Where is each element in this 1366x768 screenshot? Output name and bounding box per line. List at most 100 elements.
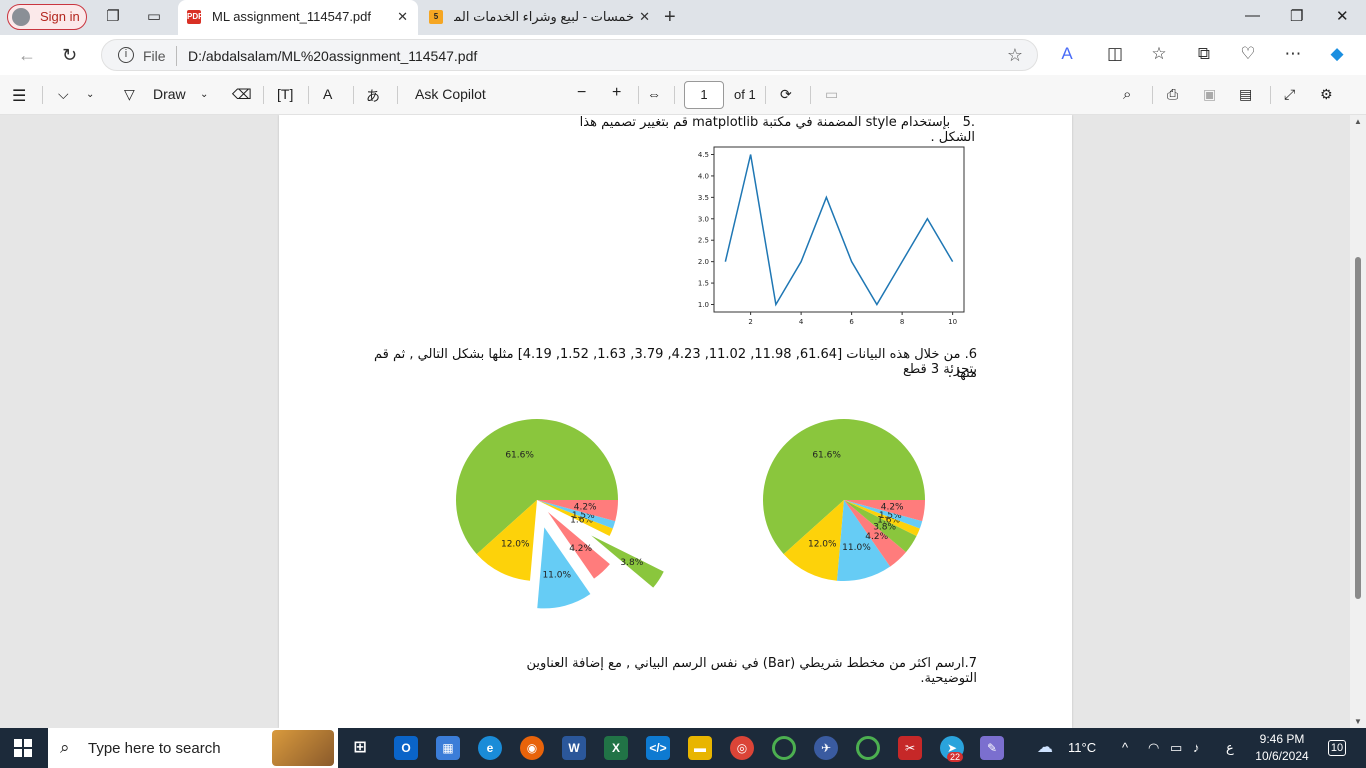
windows-start-icon[interactable] [14,739,32,757]
page-total: of 1 [734,87,756,102]
clock[interactable]: 9:46 PM 10/6/2024 [1252,731,1312,765]
draw-icon[interactable]: ▽ [124,86,135,103]
address-bar: ← ↻ i File D:/abdalsalam/ML%20assignment… [0,35,1366,75]
info-icon[interactable]: i [118,47,134,63]
tab-actions-icon[interactable]: ▭ [144,7,164,27]
close-window-icon[interactable]: ✕ [1336,7,1349,25]
translate-icon[interactable]: あ [366,86,380,106]
y-tick-label: 2.0 [698,258,709,266]
app-circle-icon[interactable] [856,736,880,760]
store-icon[interactable]: ▦ [436,736,460,760]
new-tab-icon[interactable]: + [664,6,676,29]
search-icon[interactable]: ⌕ [1123,86,1131,103]
more-menu-icon[interactable]: ⋯ [1282,44,1304,64]
y-tick-label: 3.5 [698,194,709,202]
outlook-icon[interactable]: O [394,736,418,760]
favorites-icon[interactable]: ☆ [1148,44,1170,64]
page-number-input[interactable]: 1 [684,81,724,109]
pdf-viewer[interactable]: .5 بإستخدام style المضمنة في مكتبة matpl… [0,115,1366,728]
zoom-out-icon[interactable]: − [577,84,586,102]
url-text[interactable]: D:/abdalsalam/ML%20assignment_114547.pdf [188,48,477,64]
wifi-icon[interactable]: ◠ [1148,740,1159,756]
read-aloud-icon[interactable]: A [1056,44,1078,64]
scroll-up-icon[interactable]: ▲ [1354,117,1362,126]
minimize-icon[interactable]: — [1245,7,1260,24]
divider [1152,86,1153,104]
question-6-line-2: منها . [947,366,977,381]
file-explorer-icon[interactable]: ▬ [688,736,712,760]
language-indicator[interactable]: ع [1226,740,1234,756]
read-aloud-icon[interactable]: A [323,86,332,102]
excel-icon[interactable]: X [604,736,628,760]
q5-number: .5 [962,115,975,130]
copilot-icon[interactable]: ◆ [1326,44,1348,64]
scrollbar-thumb[interactable] [1355,257,1361,599]
ask-copilot-button[interactable]: Ask Copilot [415,86,486,102]
rotate-icon[interactable]: ⟳ [780,86,792,103]
weather-cloud-icon[interactable]: ☁ [1037,737,1053,757]
edge-icon[interactable]: e [478,736,502,760]
favorite-star-icon[interactable]: ☆ [1007,45,1023,66]
tab-pdf[interactable]: PDF ML assignment_114547.pdf ✕ [178,0,418,35]
paint-icon[interactable]: ✎ [980,736,1004,760]
fit-width-icon[interactable]: ⇔ [647,86,661,102]
y-tick-label: 1.0 [698,301,709,309]
restore-icon[interactable]: ❐ [1290,7,1303,25]
highlight-icon[interactable]: ⌵ [58,86,69,103]
battery-icon[interactable]: ▭ [1170,740,1182,756]
text-icon[interactable]: [T] [277,86,293,102]
print-icon[interactable]: ⎙ [1167,86,1178,103]
close-tab-icon[interactable]: ✕ [639,9,650,25]
browser-essentials-icon[interactable]: ♡ [1237,44,1259,64]
save-as-icon[interactable]: ▤ [1239,86,1252,103]
search-highlight-image [272,730,334,766]
vertical-scrollbar[interactable]: ▲ ▼ [1350,115,1366,728]
divider [42,86,43,104]
divider [308,86,309,104]
x-tick-label: 4 [799,318,804,326]
chevron-down-icon[interactable]: ⌄ [86,89,94,100]
url-box[interactable]: i File D:/abdalsalam/ML%20assignment_114… [101,39,1038,71]
profile-avatar-icon [12,8,30,26]
tab-khamsat[interactable]: 5 خمسات - لبيع وشراء الخدمات المصغرة ✕ [420,0,660,35]
refresh-icon[interactable]: ↻ [62,45,77,66]
x-tick-label: 6 [849,318,854,326]
fullscreen-icon[interactable]: ⤢ [1284,86,1295,103]
contents-icon[interactable]: ☰ [12,86,26,106]
page-view-icon[interactable]: ▭ [825,86,838,103]
app-circle-icon[interactable] [772,736,796,760]
app-red-icon[interactable]: ✂ [898,736,922,760]
chevron-down-icon[interactable]: ⌄ [200,89,208,100]
y-tick-label: 1.5 [698,280,709,288]
firefox-icon[interactable]: ◉ [520,736,544,760]
pie-label: 3.8% [620,558,643,568]
chrome-icon[interactable]: ◎ [730,736,754,760]
word-icon[interactable]: W [562,736,586,760]
tab-title: ML assignment_114547.pdf [212,9,371,24]
tab-title: خمسات - لبيع وشراء الخدمات المصغرة [454,9,634,24]
volume-icon[interactable]: ♪ [1193,740,1200,755]
show-hidden-icons-icon[interactable]: ^ [1122,740,1128,755]
sign-in-label: Sign in [40,9,80,24]
task-view-icon[interactable]: ⊞ [348,736,372,760]
divider [810,86,811,104]
scroll-down-icon[interactable]: ▼ [1354,717,1362,726]
back-icon[interactable]: ← [18,45,36,66]
draw-label[interactable]: Draw [153,86,186,102]
vscode-icon[interactable]: </> [646,736,670,760]
save-icon[interactable]: ▣ [1203,86,1216,103]
collections-icon[interactable]: ⧉ [1193,44,1215,64]
pie-label: 4.2% [574,502,597,512]
divider [765,86,766,104]
app-bird-icon[interactable]: ✈ [814,736,838,760]
workspaces-icon[interactable]: ❐ [103,7,123,27]
close-tab-icon[interactable]: ✕ [397,9,408,25]
settings-gear-icon[interactable]: ⚙ [1320,86,1333,103]
sign-in-button[interactable]: Sign in [7,4,87,30]
zoom-in-icon[interactable]: + [612,84,621,102]
split-screen-icon[interactable]: ◫ [1104,44,1126,64]
weather-temp[interactable]: 11°C [1068,740,1096,755]
notification-icon[interactable]: 10 [1325,737,1349,759]
eraser-icon[interactable]: ⌫ [232,86,252,103]
taskbar-search[interactable]: ⌕ Type here to search [48,728,338,768]
